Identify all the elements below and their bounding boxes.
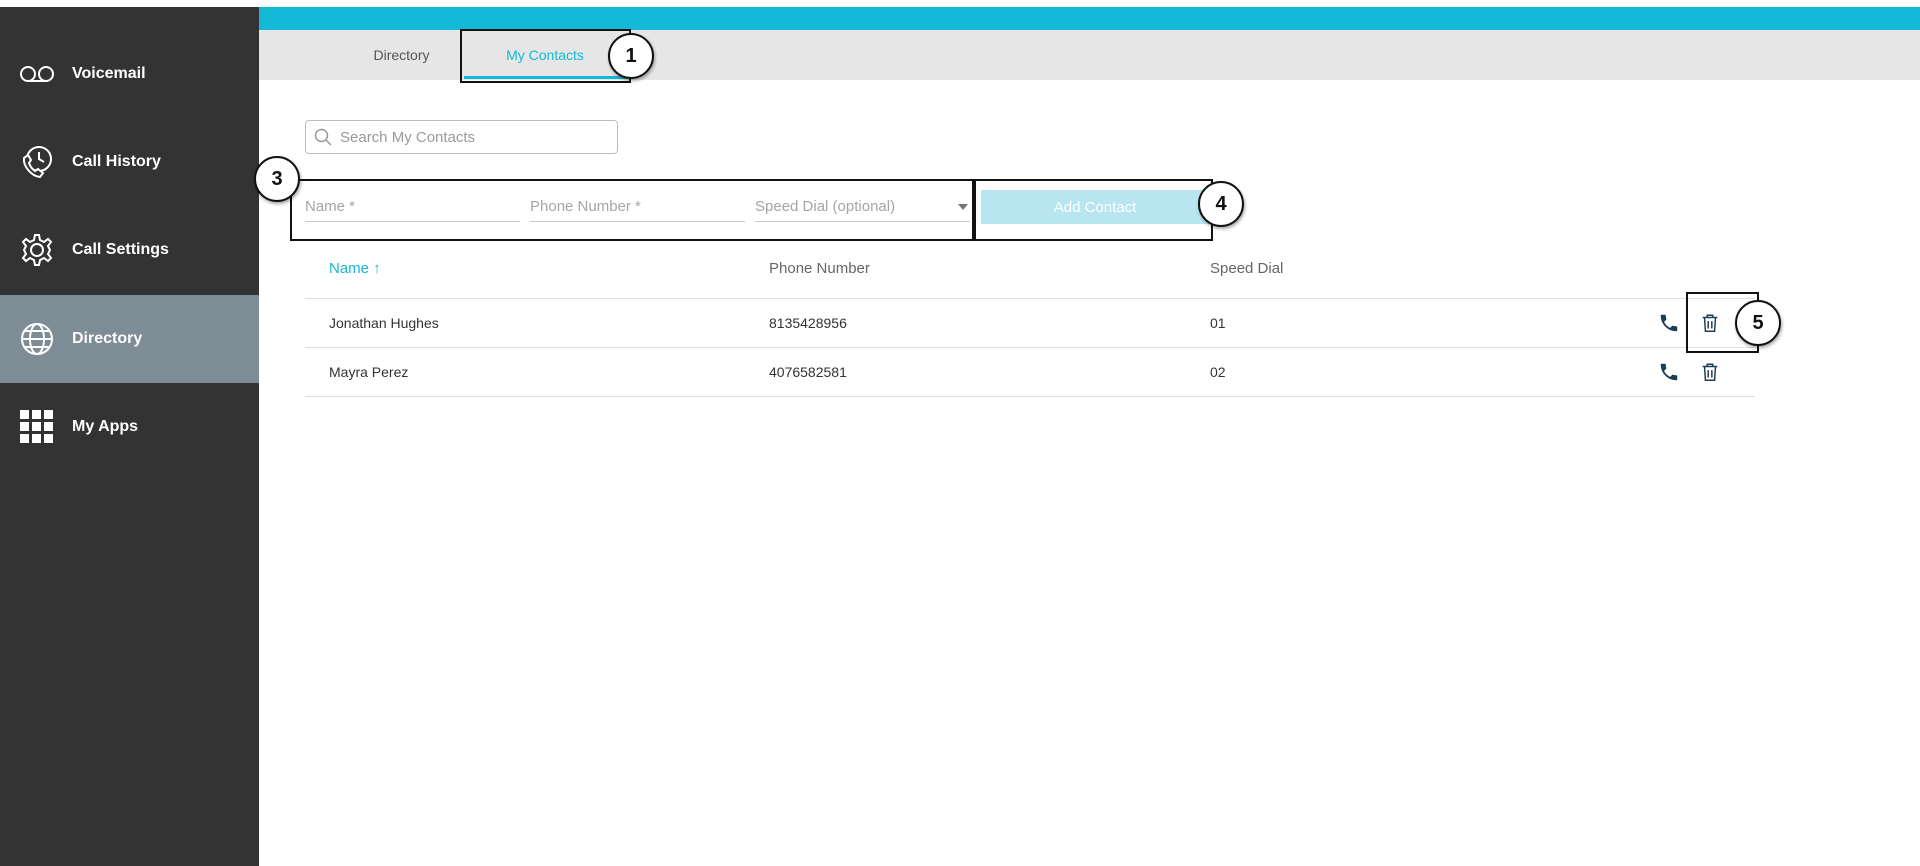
table-row: Jonathan Hughes 8135428956 01 — [305, 298, 1755, 347]
sidebar-item-label: Directory — [72, 330, 143, 347]
annotation-box-add-button — [974, 179, 1213, 241]
column-header-name[interactable]: Name ↑ — [329, 260, 381, 277]
sidebar-item-my-apps[interactable]: My Apps — [0, 383, 259, 471]
contact-phone: 8135428956 — [769, 315, 847, 331]
tab-directory[interactable]: Directory — [329, 30, 474, 80]
table-row: Mayra Perez 4076582581 02 — [305, 347, 1755, 397]
column-header-speed-dial[interactable]: Speed Dial — [1210, 260, 1283, 277]
contact-name: Mayra Perez — [329, 364, 409, 380]
sidebar-item-label: Voicemail — [72, 65, 146, 82]
annotation-box-my-contacts — [460, 29, 631, 83]
call-history-icon — [18, 143, 56, 181]
sidebar-item-voicemail[interactable]: Voicemail — [0, 30, 259, 118]
search-box[interactable] — [305, 120, 618, 154]
sidebar-item-directory[interactable]: Directory — [0, 295, 259, 383]
column-header-phone[interactable]: Phone Number — [769, 260, 870, 277]
annotation-box-form — [290, 179, 974, 241]
annotation-marker: 4 — [1198, 181, 1244, 227]
sidebar-item-label: Call History — [72, 153, 161, 170]
trash-icon[interactable] — [1699, 361, 1721, 383]
search-input[interactable] — [338, 127, 602, 147]
annotation-marker: 3 — [254, 156, 300, 202]
sort-ascending-icon: ↑ — [373, 260, 381, 277]
sidebar: Voicemail Call History Call Settings Dir… — [0, 7, 259, 866]
gear-icon — [18, 231, 56, 269]
search-icon — [314, 128, 332, 146]
top-accent-bar — [259, 7, 1920, 30]
annotation-marker: 1 — [608, 33, 654, 79]
phone-call-icon[interactable] — [1658, 361, 1680, 383]
contact-name: Jonathan Hughes — [329, 315, 439, 331]
contact-speed-dial: 01 — [1210, 315, 1226, 331]
contact-speed-dial: 02 — [1210, 364, 1226, 380]
annotation-marker: 5 — [1735, 300, 1781, 346]
sidebar-item-call-history[interactable]: Call History — [0, 118, 259, 206]
sidebar-item-label: My Apps — [72, 418, 139, 435]
sidebar-item-label: Call Settings — [72, 241, 169, 258]
globe-icon — [18, 320, 56, 358]
voicemail-icon — [18, 55, 56, 93]
apps-grid-icon — [18, 408, 56, 446]
phone-call-icon[interactable] — [1658, 312, 1680, 334]
sidebar-item-call-settings[interactable]: Call Settings — [0, 206, 259, 294]
column-header-name-label: Name — [329, 260, 370, 277]
contact-phone: 4076582581 — [769, 364, 847, 380]
